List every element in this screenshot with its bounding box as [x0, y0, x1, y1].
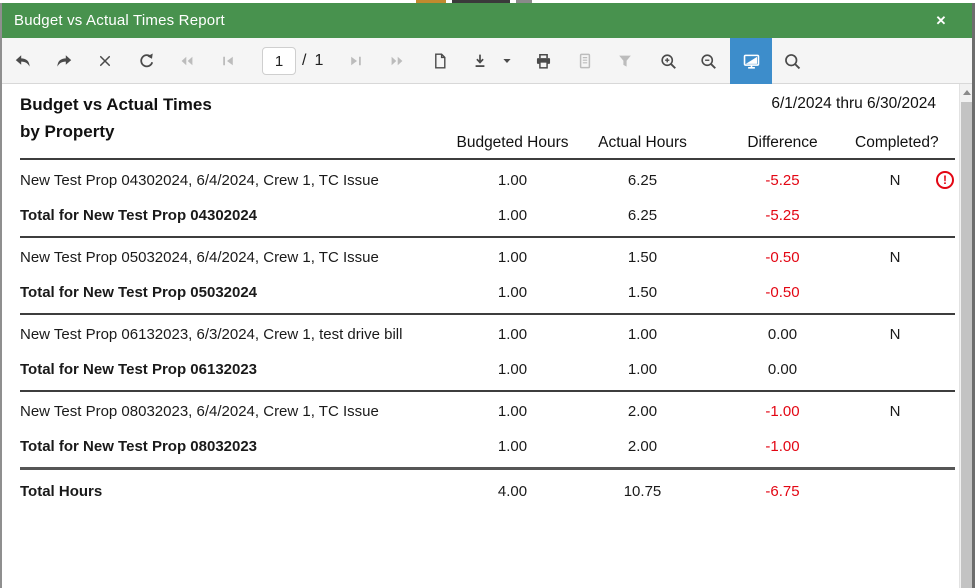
subtotal-actual: 1.50	[575, 274, 710, 314]
table-row-subtotal: Total for New Test Prop 04302024 1.00 6.…	[20, 197, 955, 237]
subtotal-budgeted: 1.00	[450, 428, 575, 469]
fast-backward-button[interactable]	[167, 38, 207, 84]
row-actual: 2.00	[575, 391, 710, 428]
dialog-title: Budget vs Actual Times Report	[14, 12, 225, 29]
page-total: 1	[314, 52, 323, 70]
column-header-budgeted: Budgeted Hours	[450, 130, 575, 159]
row-difference: 0.00	[710, 314, 855, 351]
page-separator: /	[302, 52, 306, 70]
warning-icon: !	[936, 171, 954, 189]
zoom-in-icon[interactable]	[648, 38, 688, 84]
row-description: New Test Prop 04302024, 6/4/2024, Crew 1…	[20, 159, 450, 197]
nav-back-button[interactable]	[3, 38, 43, 84]
report-table: Budgeted Hours Actual Hours Difference C…	[20, 130, 955, 514]
report-content-area: Budget vs Actual Times by Property 6/1/2…	[2, 84, 972, 588]
grand-total-label: Total Hours	[20, 469, 450, 515]
filter-icon[interactable]	[605, 38, 645, 84]
table-row-grand-total: Total Hours 4.00 10.75 -6.75	[20, 469, 955, 515]
subtotal-difference: -1.00	[710, 428, 855, 469]
subtotal-budgeted: 1.00	[450, 351, 575, 391]
subtotal-difference: -5.25	[710, 197, 855, 237]
page-count: / 1	[302, 38, 323, 84]
fit-to-screen-icon[interactable]	[730, 38, 772, 84]
zoom-out-icon[interactable]	[688, 38, 728, 84]
table-row-subtotal: Total for New Test Prop 06132023 1.00 1.…	[20, 351, 955, 391]
report-date-range: 6/1/2024 thru 6/30/2024	[771, 95, 936, 113]
print-icon[interactable]	[523, 38, 563, 84]
subtotal-budgeted: 1.00	[450, 197, 575, 237]
subtotal-budgeted: 1.00	[450, 274, 575, 314]
search-icon[interactable]	[772, 38, 812, 84]
table-row-detail: New Test Prop 06132023, 6/3/2024, Crew 1…	[20, 314, 955, 351]
row-difference: -5.25	[710, 159, 855, 197]
column-header-actual: Actual Hours	[575, 130, 710, 159]
subtotal-label: Total for New Test Prop 08032023	[20, 428, 450, 469]
table-row-detail: New Test Prop 08032023, 6/4/2024, Crew 1…	[20, 391, 955, 428]
row-actual: 6.25	[575, 159, 710, 197]
subtotal-label: Total for New Test Prop 04302024	[20, 197, 450, 237]
row-budgeted: 1.00	[450, 237, 575, 274]
refresh-icon[interactable]	[126, 38, 166, 84]
table-row-subtotal: Total for New Test Prop 08032023 1.00 2.…	[20, 428, 955, 469]
fast-forward-button[interactable]	[377, 38, 417, 84]
row-budgeted: 1.00	[450, 314, 575, 351]
report-viewer-toolbar: / 1	[0, 38, 975, 84]
subtotal-actual: 6.25	[575, 197, 710, 237]
row-difference: -1.00	[710, 391, 855, 428]
last-page-button[interactable]	[336, 38, 376, 84]
nav-forward-button[interactable]	[44, 38, 84, 84]
scrollbar-thumb[interactable]	[961, 102, 972, 588]
report-title-line1: Budget vs Actual Times	[20, 91, 212, 118]
row-description: New Test Prop 06132023, 6/3/2024, Crew 1…	[20, 314, 450, 351]
grand-total-difference: -6.75	[710, 469, 855, 515]
close-icon[interactable]: ✕	[927, 3, 955, 38]
table-row-detail: New Test Prop 04302024, 6/4/2024, Crew 1…	[20, 159, 955, 197]
table-row-detail: New Test Prop 05032024, 6/4/2024, Crew 1…	[20, 237, 955, 274]
row-actual: 1.50	[575, 237, 710, 274]
window-left-edge	[0, 3, 2, 588]
column-header-difference: Difference	[710, 130, 855, 159]
export-document-icon[interactable]	[565, 38, 605, 84]
grand-total-budgeted: 4.00	[450, 469, 575, 515]
row-completed: N	[855, 159, 935, 197]
vertical-scrollbar[interactable]	[959, 84, 972, 588]
subtotal-label: Total for New Test Prop 05032024	[20, 274, 450, 314]
row-actual: 1.00	[575, 314, 710, 351]
subtotal-label: Total for New Test Prop 06132023	[20, 351, 450, 391]
row-budgeted: 1.00	[450, 391, 575, 428]
cancel-icon[interactable]	[85, 38, 125, 84]
row-description: New Test Prop 08032023, 6/4/2024, Crew 1…	[20, 391, 450, 428]
table-row-subtotal: Total for New Test Prop 05032024 1.00 1.…	[20, 274, 955, 314]
column-header-completed: Completed?	[855, 130, 935, 159]
subtotal-difference: 0.00	[710, 351, 855, 391]
report-title: Budget vs Actual Times by Property	[20, 91, 212, 145]
single-page-view-icon[interactable]	[420, 38, 460, 84]
download-icon[interactable]	[460, 38, 500, 84]
subtotal-actual: 1.00	[575, 351, 710, 391]
row-completed: N	[855, 314, 935, 351]
row-description: New Test Prop 05032024, 6/4/2024, Crew 1…	[20, 237, 450, 274]
page-number-input[interactable]	[262, 47, 296, 75]
subtotal-difference: -0.50	[710, 274, 855, 314]
grand-total-actual: 10.75	[575, 469, 710, 515]
row-difference: -0.50	[710, 237, 855, 274]
download-dropdown-caret-icon[interactable]	[496, 38, 518, 84]
dialog-titlebar: Budget vs Actual Times Report ✕	[0, 3, 975, 38]
report-title-line2: by Property	[20, 118, 212, 145]
subtotal-actual: 2.00	[575, 428, 710, 469]
row-budgeted: 1.00	[450, 159, 575, 197]
first-page-button[interactable]	[208, 38, 248, 84]
row-completed: N	[855, 391, 935, 428]
row-completed: N	[855, 237, 935, 274]
